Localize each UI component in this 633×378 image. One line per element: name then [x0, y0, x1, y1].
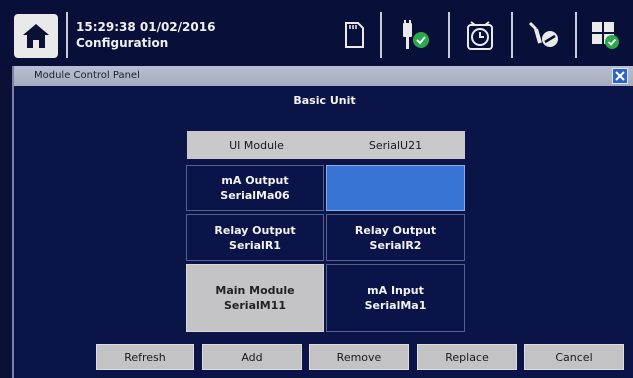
alarm-clock-icon [467, 21, 493, 50]
time-date: 15:29:38 01/02/2016 [76, 20, 216, 34]
module-type: Relay Output [354, 223, 437, 237]
close-button[interactable] [612, 68, 628, 84]
module-slot-relay-output-1[interactable]: Relay Output SerialR1 [186, 214, 324, 261]
module-control-panel: Module Control Panel Basic Unit UI Modul… [12, 66, 633, 378]
sd-card-icon [345, 22, 364, 48]
divider [448, 12, 450, 58]
cancel-button[interactable]: Cancel [524, 344, 624, 370]
close-icon [615, 71, 625, 81]
divider [511, 12, 513, 58]
home-icon [23, 24, 49, 48]
module-serial: SerialR2 [369, 238, 422, 252]
module-slot-ma-output[interactable]: mA Output SerialMa06 [186, 165, 324, 211]
module-slot-empty-selected[interactable] [326, 165, 465, 211]
home-button[interactable] [14, 14, 58, 58]
connection-status-button[interactable] [392, 15, 436, 55]
divider [380, 12, 382, 58]
module-type: Main Module [215, 284, 295, 297]
remove-button[interactable]: Remove [309, 344, 409, 370]
module-slot-main-module[interactable]: Main Module SerialM11 [186, 264, 324, 332]
ui-module-slot[interactable]: UI Module SerialU21 [187, 131, 465, 159]
wrench-screwdriver-icon [528, 21, 558, 47]
status-bar: 15:29:38 01/02/2016 Configuration [0, 0, 633, 68]
maintenance-button[interactable] [521, 15, 565, 55]
module-serial: SerialR1 [229, 238, 281, 252]
sd-card-button[interactable] [339, 15, 369, 55]
module-slot-relay-output-2[interactable]: Relay Output SerialR2 [326, 214, 465, 261]
divider [66, 12, 68, 58]
divider [575, 12, 577, 58]
status-text: 15:29:38 01/02/2016 Configuration [76, 19, 215, 51]
module-slot-ma-input[interactable]: mA Input SerialMa1 [326, 264, 465, 332]
add-button[interactable]: Add [202, 344, 302, 370]
alarm-button[interactable] [460, 15, 500, 55]
replace-button[interactable]: Replace [417, 344, 517, 370]
modules-icon [592, 22, 619, 49]
module-type: mA Output [221, 174, 289, 187]
module-serial: SerialMa1 [364, 299, 427, 312]
panel-title: Module Control Panel [14, 66, 633, 86]
module-type: Relay Output [214, 223, 296, 237]
module-serial: SerialM11 [223, 299, 287, 312]
unit-heading: Basic Unit [293, 94, 356, 107]
module-type: mA Input [367, 284, 424, 297]
modules-button[interactable] [585, 15, 625, 55]
screen-name: Configuration [76, 36, 169, 50]
refresh-button[interactable]: Refresh [96, 344, 194, 370]
ui-module-serial: SerialU21 [368, 138, 423, 152]
plug-check-icon [403, 20, 429, 49]
module-serial: SerialMa06 [220, 189, 290, 202]
ui-module-name: UI Module [229, 138, 284, 152]
